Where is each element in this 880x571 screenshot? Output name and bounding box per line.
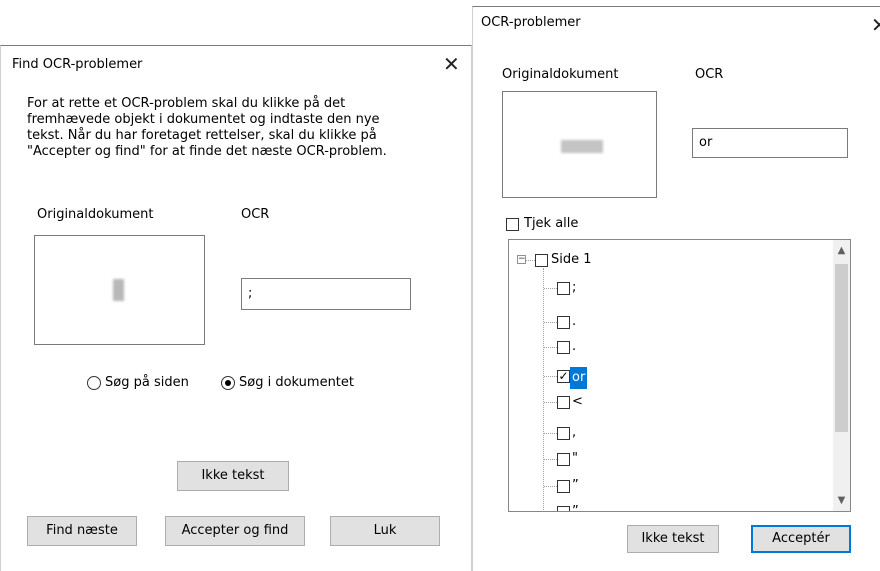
tree-item-label[interactable]: .: [572, 339, 576, 355]
tree-item-label[interactable]: .: [572, 314, 576, 330]
scroll-thumb[interactable]: [835, 264, 848, 432]
instruction-line: "Accepter og find" for at finde det næst…: [27, 144, 387, 159]
tree-item-label[interactable]: ”: [572, 504, 579, 511]
vertical-scrollbar[interactable]: ▲ ▼: [833, 240, 850, 511]
tree-item-label[interactable]: ”: [572, 478, 579, 494]
tree-item-checkbox[interactable]: [557, 506, 570, 511]
glyph-image: [113, 279, 124, 301]
close-icon[interactable]: ✕: [443, 54, 460, 74]
tree-item-checkbox[interactable]: [557, 341, 570, 354]
instruction-line: For at rette et OCR-problem skal du klik…: [27, 96, 346, 111]
close-icon[interactable]: ✕: [871, 15, 880, 35]
not-text-button[interactable]: Ikke tekst: [627, 525, 719, 553]
find-next-button[interactable]: Find næste: [27, 516, 137, 546]
dialog-title: OCR-problemer: [481, 15, 581, 30]
tree-item-label[interactable]: ": [572, 451, 578, 467]
scroll-up-icon[interactable]: ▲: [833, 242, 850, 259]
instruction-line: tekst. Når du har foretaget rettelser, s…: [27, 128, 377, 143]
ocr-problems-dialog: OCR-problemer ✕ Originaldokument OCR or …: [472, 6, 880, 571]
accept-and-find-button[interactable]: Accepter og find: [165, 516, 305, 546]
check-all-label[interactable]: Tjek alle: [524, 216, 578, 231]
tree-item-label[interactable]: ,: [572, 425, 576, 441]
tree-item-checkbox-checked[interactable]: ✓: [557, 370, 570, 383]
dialog-title: Find OCR-problemer: [12, 57, 143, 72]
tree-item-checkbox[interactable]: [557, 480, 570, 493]
ocr-label: OCR: [241, 207, 270, 222]
original-label: Originaldokument: [502, 67, 619, 82]
tree-item-checkbox[interactable]: [557, 453, 570, 466]
glyph-image: [561, 140, 603, 153]
tree-item-label[interactable]: <: [572, 394, 583, 410]
not-text-button[interactable]: Ikke tekst: [177, 461, 289, 491]
original-preview: [34, 235, 205, 345]
collapse-icon[interactable]: −: [517, 255, 526, 264]
instructions: For at rette et OCR-problem skal du klik…: [27, 96, 387, 160]
scroll-down-icon[interactable]: ▼: [833, 492, 850, 509]
radio-search-document[interactable]: [221, 376, 235, 390]
tree-item-label-selected[interactable]: or: [570, 367, 588, 389]
ocr-input[interactable]: or: [692, 128, 848, 158]
tree-root-checkbox[interactable]: [535, 254, 548, 267]
tree-item-checkbox[interactable]: [557, 282, 570, 295]
tree-item-checkbox[interactable]: [557, 396, 570, 409]
tree-item-checkbox[interactable]: [557, 316, 570, 329]
ocr-problem-tree[interactable]: − Side 1 ; . . ✓ or < , " ” ” ▲ ▼: [508, 239, 851, 512]
check-all-checkbox[interactable]: [506, 218, 519, 231]
radio-search-page[interactable]: [87, 376, 101, 390]
ocr-label: OCR: [695, 67, 724, 82]
original-label: Originaldokument: [37, 207, 154, 222]
instruction-line: fremhævede objekt i dokumentet og indtas…: [27, 112, 380, 127]
ocr-input[interactable]: ;: [241, 278, 411, 310]
accept-button[interactable]: Acceptér: [751, 525, 851, 553]
find-ocr-dialog: Find OCR-problemer ✕ For at rette et OCR…: [0, 45, 472, 571]
original-preview: [502, 91, 657, 198]
tree-item-label[interactable]: ;: [572, 280, 576, 296]
close-button[interactable]: Luk: [330, 516, 440, 546]
tree-item-checkbox[interactable]: [557, 427, 570, 440]
tree-root-label[interactable]: Side 1: [551, 252, 592, 268]
radio-search-page-label[interactable]: Søg på siden: [105, 375, 189, 390]
radio-search-document-label[interactable]: Søg i dokumentet: [239, 375, 354, 390]
